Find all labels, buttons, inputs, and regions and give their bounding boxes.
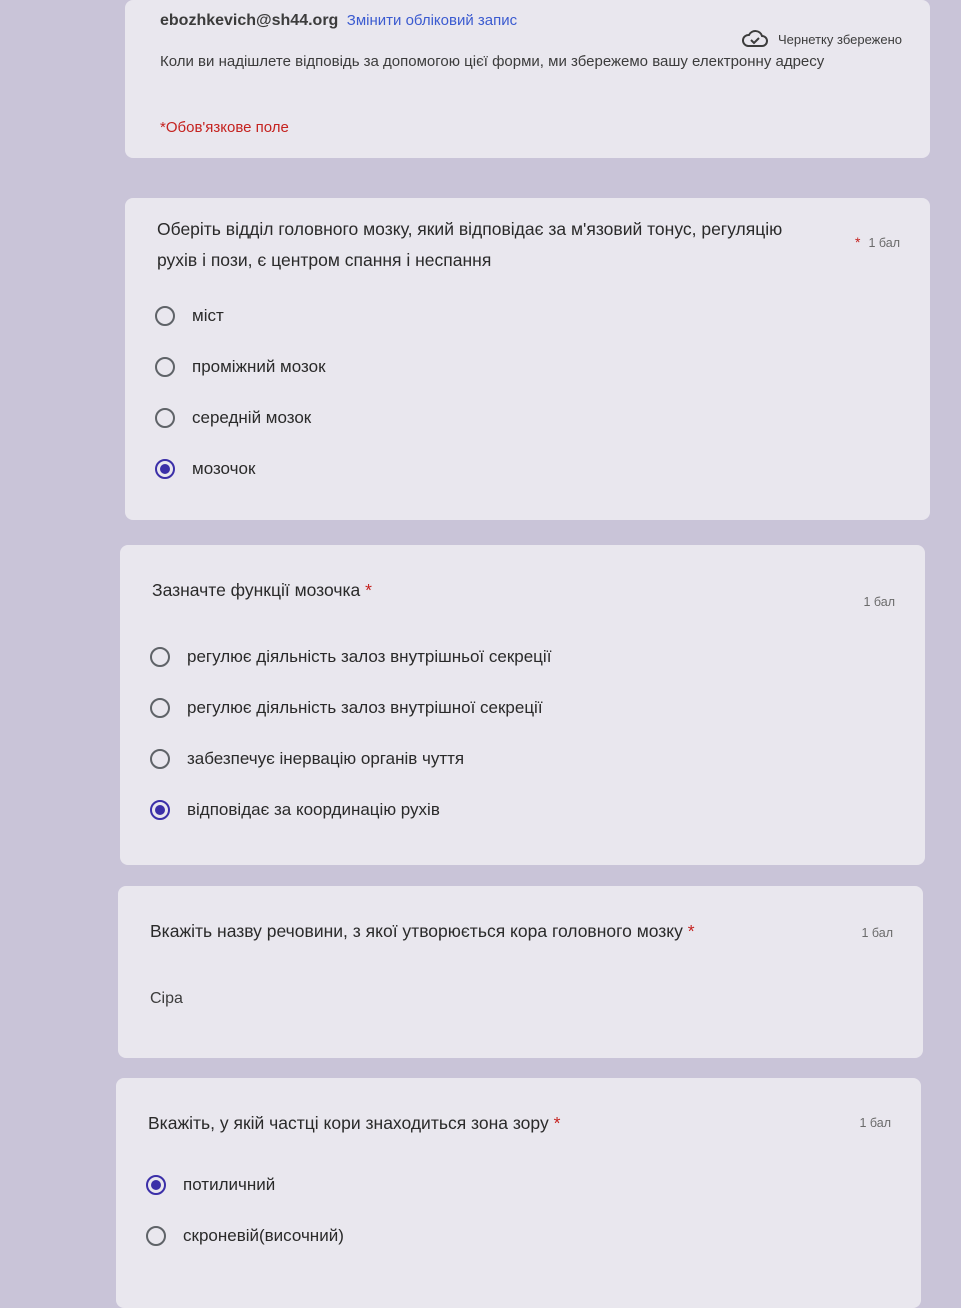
radio-checked-icon[interactable] [150, 799, 170, 820]
question-points: 1 бал [863, 595, 895, 609]
form-header-card: ebozhkevich@sh44.org Змінити обліковий з… [125, 0, 930, 158]
radio-icon[interactable] [155, 305, 175, 326]
points-text: 1 бал [868, 236, 900, 250]
required-asterisk: * [855, 234, 861, 250]
option-label: міст [192, 305, 224, 325]
required-asterisk: * [553, 1113, 561, 1133]
short-answer-input[interactable]: Сіра [150, 990, 183, 1008]
radio-icon[interactable] [155, 356, 175, 377]
required-field-note: *Обов'язкове поле [160, 119, 289, 136]
radio-option-selected[interactable]: відповідає за координацію рухів [150, 784, 551, 835]
question-title-text: Зазначте функції мозочка [152, 580, 361, 600]
account-email: ebozhkevich@sh44.org Змінити обліковий з… [160, 12, 517, 30]
radio-option[interactable]: міст [155, 290, 326, 341]
option-label: потиличний [183, 1174, 276, 1194]
question-title-text: Вкажіть, у якій частці кори знаходиться … [148, 1113, 549, 1133]
question-title: Оберіть відділ головного мозку, який від… [157, 214, 807, 276]
radio-icon[interactable] [146, 1225, 166, 1246]
radio-option[interactable]: проміжний мозок [155, 341, 326, 392]
radio-checked-icon[interactable] [146, 1174, 166, 1195]
question-points: 1 бал [859, 1116, 891, 1130]
radio-icon[interactable] [155, 407, 175, 428]
radio-option[interactable]: середній мозок [155, 392, 326, 443]
radio-option-selected[interactable]: мозочок [155, 443, 326, 494]
question-card: Вкажіть назву речовини, з якої утворюєть… [118, 886, 923, 1058]
switch-account-link[interactable]: Змінити обліковий запис [347, 12, 517, 29]
question-card: Оберіть відділ головного мозку, який від… [125, 198, 930, 520]
option-label: скроневій(височний) [183, 1225, 344, 1245]
question-title: Вкажіть назву речовини, з якої утворюєть… [150, 916, 830, 947]
radio-option[interactable]: регулює діяльність залоз внутрішної секр… [150, 682, 551, 733]
radio-option[interactable]: регулює діяльність залоз внутрішньої сек… [150, 631, 551, 682]
option-label: регулює діяльність залоз внутрішної секр… [187, 697, 543, 717]
cloud-check-icon [742, 30, 768, 47]
question-title-text: Вкажіть назву речовини, з якої утворюєть… [150, 921, 683, 941]
required-asterisk: * [365, 580, 372, 600]
radio-icon[interactable] [150, 697, 170, 718]
radio-group: міст проміжний мозок середній мозок мозо… [155, 290, 326, 494]
question-title-text: Оберіть відділ головного мозку, який від… [157, 219, 783, 270]
radio-icon[interactable] [150, 748, 170, 769]
question-title: Вкажіть, у якій частці кори знаходиться … [148, 1108, 798, 1139]
radio-group: регулює діяльність залоз внутрішньої сек… [150, 631, 551, 835]
option-label: забезпечує інервацію органів чуття [187, 748, 465, 768]
question-card: Вкажіть, у якій частці кори знаходиться … [116, 1078, 921, 1308]
option-label: середній мозок [192, 407, 312, 427]
question-points: * 1 бал [855, 234, 900, 250]
draft-status-text: Чернетку збережено [778, 31, 902, 47]
radio-option[interactable]: забезпечує інервацію органів чуття [150, 733, 551, 784]
option-label: проміжний мозок [192, 356, 326, 376]
radio-checked-icon[interactable] [155, 458, 175, 479]
radio-option[interactable]: скроневій(височний) [146, 1210, 344, 1261]
account-email-text: ebozhkevich@sh44.org [160, 12, 339, 29]
radio-option-selected[interactable]: потиличний [146, 1159, 344, 1210]
question-points: 1 бал [861, 926, 893, 940]
required-asterisk: * [687, 921, 695, 941]
radio-icon[interactable] [150, 646, 170, 667]
draft-status: Чернетку збережено [742, 30, 902, 48]
radio-group: потиличний скроневій(височний) [146, 1159, 344, 1261]
option-label: мозочок [192, 458, 256, 478]
option-label: відповідає за координацію рухів [187, 799, 440, 819]
option-label: регулює діяльність залоз внутрішньої сек… [187, 646, 552, 666]
question-card: Зазначте функції мозочка * 1 бал регулює… [120, 545, 925, 865]
question-title: Зазначте функції мозочка * [152, 575, 802, 606]
email-collection-notice: Коли ви надішлете відповідь за допомогою… [160, 53, 825, 70]
